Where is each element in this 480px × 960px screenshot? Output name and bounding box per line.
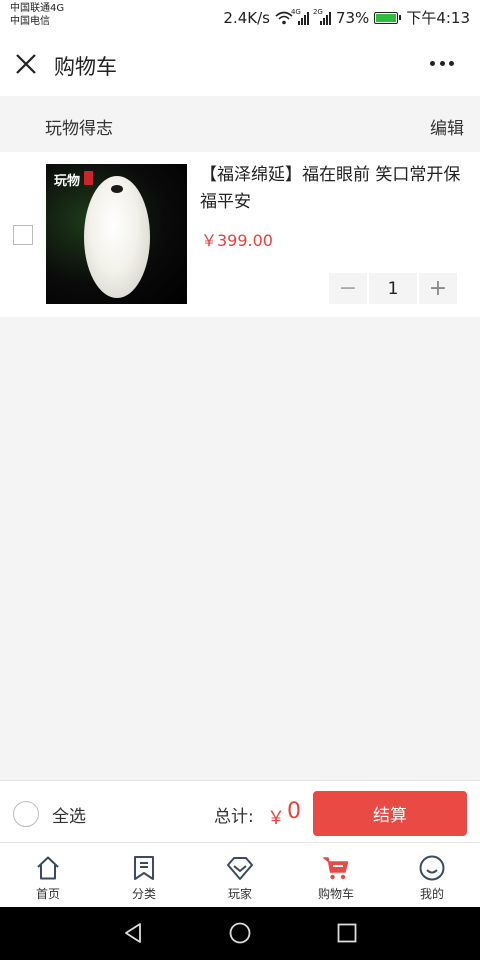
signal-sim1-icon: 4G bbox=[291, 8, 309, 25]
system-nav-bar bbox=[0, 907, 480, 960]
brand-logo: 玩物 bbox=[54, 174, 81, 189]
tab-home[interactable]: 首页 bbox=[0, 843, 96, 907]
tab-bar: 首页 分类 玩家 购物车 我的 bbox=[0, 843, 480, 907]
tab-player[interactable]: 玩家 bbox=[192, 843, 288, 907]
product-price: ￥399.00 bbox=[201, 231, 273, 250]
signal-sim2-icon: 2G bbox=[313, 8, 331, 25]
tab-profile[interactable]: 我的 bbox=[384, 843, 480, 907]
status-indicators: 2.4K/s 4G 2G 73% 下午4:13 bbox=[223, 7, 470, 28]
quantity-value[interactable]: 1 bbox=[369, 273, 417, 304]
battery-icon bbox=[374, 11, 402, 24]
item-checkbox[interactable] bbox=[13, 225, 33, 245]
product-image[interactable]: 玩物 bbox=[46, 164, 187, 304]
clock: 下午4:13 bbox=[406, 9, 470, 27]
cart-icon bbox=[323, 857, 349, 880]
select-all-label[interactable]: 全选 bbox=[52, 802, 86, 827]
tab-label: 玩家 bbox=[227, 887, 252, 901]
header: 购物车 bbox=[0, 32, 480, 96]
total-currency: ￥ bbox=[267, 808, 285, 829]
edit-button[interactable]: 编辑 bbox=[430, 114, 464, 139]
brand-seal-icon bbox=[84, 171, 93, 185]
tab-label: 分类 bbox=[131, 887, 156, 901]
close-icon[interactable] bbox=[14, 52, 38, 76]
total-value: 0 bbox=[287, 799, 301, 824]
carrier-info: 中国联通4G 中国电信 bbox=[10, 2, 64, 28]
carrier-2: 中国电信 bbox=[10, 16, 50, 27]
more-icon[interactable] bbox=[430, 61, 454, 67]
home-circle-icon[interactable] bbox=[228, 921, 252, 945]
player-icon bbox=[227, 857, 253, 880]
back-icon[interactable] bbox=[121, 921, 145, 945]
carrier-1: 中国联通4G bbox=[10, 3, 65, 14]
tab-cart[interactable]: 购物车 bbox=[288, 843, 384, 907]
select-all-radio[interactable] bbox=[13, 801, 39, 827]
shop-name[interactable]: 玩物得志 bbox=[45, 114, 113, 139]
shop-row: 玩物得志 编辑 bbox=[0, 96, 480, 152]
decrease-quantity-button[interactable]: − bbox=[329, 273, 367, 304]
checkout-bar: 全选 总计: ￥ 0 结算 bbox=[0, 780, 480, 843]
page-title: 购物车 bbox=[54, 55, 117, 79]
tab-label: 首页 bbox=[35, 887, 60, 901]
status-bar: 中国联通4G 中国电信 2.4K/s 4G 2G 73% 下午4:13 bbox=[0, 0, 480, 32]
jade-pendant bbox=[84, 176, 150, 298]
tab-category[interactable]: 分类 bbox=[96, 843, 192, 907]
cart-item: 玩物 【福泽绵延】福在眼前 笑口常开保福平安 ￥399.00 − 1 + bbox=[0, 152, 480, 317]
battery-percent: 73% bbox=[335, 8, 370, 27]
home-icon bbox=[37, 856, 59, 880]
product-title[interactable]: 【福泽绵延】福在眼前 笑口常开保福平安 bbox=[200, 162, 465, 216]
tab-label: 购物车 bbox=[317, 887, 354, 901]
quantity-stepper: − 1 + bbox=[329, 273, 457, 304]
tab-label: 我的 bbox=[419, 887, 444, 901]
increase-quantity-button[interactable]: + bbox=[419, 273, 457, 304]
total-label: 总计: bbox=[214, 807, 254, 827]
recents-icon[interactable] bbox=[335, 921, 359, 945]
network-speed: 2.4K/s bbox=[223, 8, 270, 27]
profile-icon bbox=[419, 855, 445, 881]
checkout-button[interactable]: 结算 bbox=[313, 791, 467, 836]
category-icon bbox=[134, 856, 154, 880]
